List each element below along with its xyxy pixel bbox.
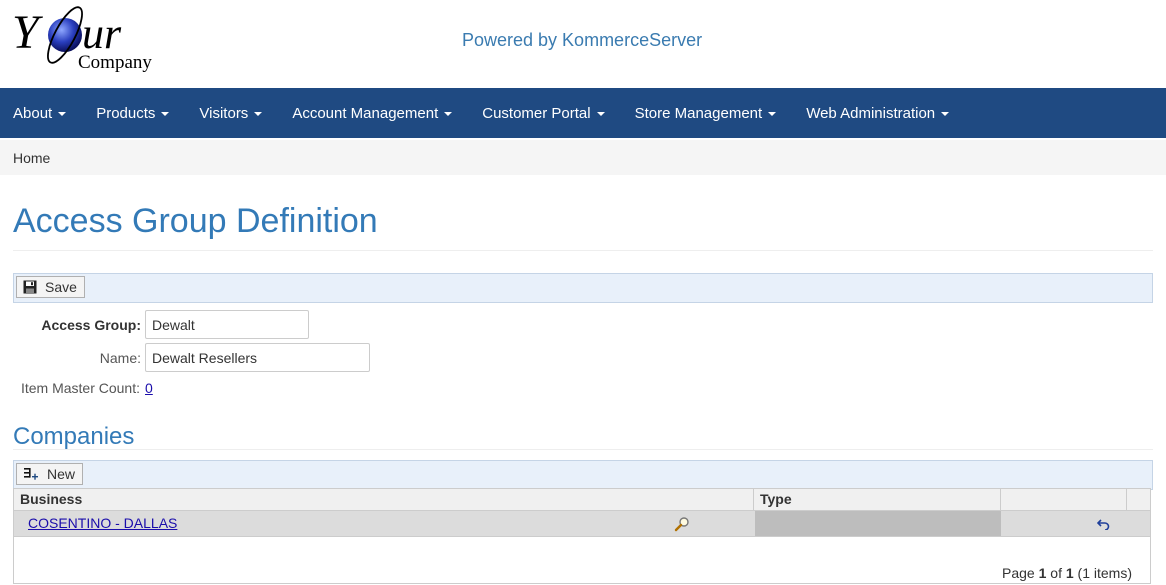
grid-header: Business Type xyxy=(14,489,1150,511)
floppy-disk-icon xyxy=(23,280,37,294)
caret-down-icon xyxy=(941,112,950,116)
nav-about[interactable]: About xyxy=(0,88,81,138)
powered-by-text: Powered by KommerceServer xyxy=(462,30,703,50)
nav-account-management[interactable]: Account Management xyxy=(277,88,467,138)
nav-label: Products xyxy=(96,104,156,122)
pager-total-pages: 1 xyxy=(1065,565,1074,581)
nav-label: Visitors xyxy=(199,104,249,122)
action-cell xyxy=(1002,511,1150,536)
column-header-actions xyxy=(1001,489,1127,510)
add-row-icon xyxy=(24,468,38,480)
new-company-button[interactable]: New xyxy=(16,463,84,485)
divider xyxy=(13,250,1153,251)
save-label: Save xyxy=(45,279,77,295)
nav-label: Store Management xyxy=(634,104,763,122)
access-group-input[interactable] xyxy=(145,310,309,339)
new-label: New xyxy=(47,466,76,482)
pager: Page 1 of 1 (1 items) xyxy=(1002,565,1132,581)
nav-visitors[interactable]: Visitors xyxy=(184,88,277,138)
logo-graphic: Y ur Company xyxy=(12,6,152,73)
main-navbar: About Products Visitors Account Manageme… xyxy=(0,88,1166,138)
breadcrumb: Home xyxy=(0,140,1166,175)
logo-letters-ur: ur xyxy=(82,9,122,58)
undo-arrow-icon[interactable] xyxy=(1097,518,1110,530)
nav-label: Web Administration xyxy=(806,104,936,122)
nav-label: Account Management xyxy=(292,104,439,122)
logo-letter-y: Y xyxy=(12,6,43,59)
access-group-label: Access Group: xyxy=(41,317,141,333)
form-toolbar: Save xyxy=(13,273,1153,303)
caret-down-icon xyxy=(254,112,263,116)
column-header-business[interactable]: Business xyxy=(14,489,754,510)
table-row: COSENTINO - DALLAS xyxy=(14,511,1150,537)
magnifier-icon[interactable] xyxy=(674,516,690,532)
caret-down-icon xyxy=(768,112,777,116)
header: Y ur Company Powered by KommerceServer xyxy=(0,0,1166,88)
name-label: Name: xyxy=(99,350,141,366)
type-cell xyxy=(755,511,1001,536)
caret-down-icon xyxy=(596,112,605,116)
business-cell: COSENTINO - DALLAS xyxy=(14,511,754,536)
divider xyxy=(13,449,1153,450)
column-header-type[interactable]: Type xyxy=(754,489,1001,510)
companies-grid: Business Type COSENTINO - DALLAS Page 1 … xyxy=(13,488,1151,584)
nav-customer-portal[interactable]: Customer Portal xyxy=(467,88,619,138)
nav-web-administration[interactable]: Web Administration xyxy=(791,88,964,138)
logo-company-text: Company xyxy=(78,52,152,73)
pager-prefix: Page xyxy=(1002,565,1035,581)
companies-toolbar: New xyxy=(13,460,1153,490)
page-title: Access Group Definition xyxy=(13,202,378,240)
breadcrumb-home[interactable]: Home xyxy=(13,150,50,166)
nav-products[interactable]: Products xyxy=(81,88,184,138)
caret-down-icon xyxy=(444,112,453,116)
nav-label: Customer Portal xyxy=(482,104,591,122)
caret-down-icon xyxy=(161,112,170,116)
pager-of: of xyxy=(1050,565,1062,581)
save-button[interactable]: Save xyxy=(16,276,85,298)
nav-store-management[interactable]: Store Management xyxy=(620,88,792,138)
companies-title: Companies xyxy=(13,423,135,450)
item-master-count-link[interactable]: 0 xyxy=(145,380,153,396)
pager-current-page: 1 xyxy=(1038,565,1047,581)
company-logo[interactable]: Y ur Company xyxy=(12,2,162,76)
business-link[interactable]: COSENTINO - DALLAS xyxy=(28,511,177,536)
item-master-count-label: Item Master Count: xyxy=(20,380,140,396)
pager-items: (1 items) xyxy=(1077,565,1132,581)
caret-down-icon xyxy=(58,112,67,116)
name-input[interactable] xyxy=(145,343,370,372)
nav-label: About xyxy=(13,104,53,122)
